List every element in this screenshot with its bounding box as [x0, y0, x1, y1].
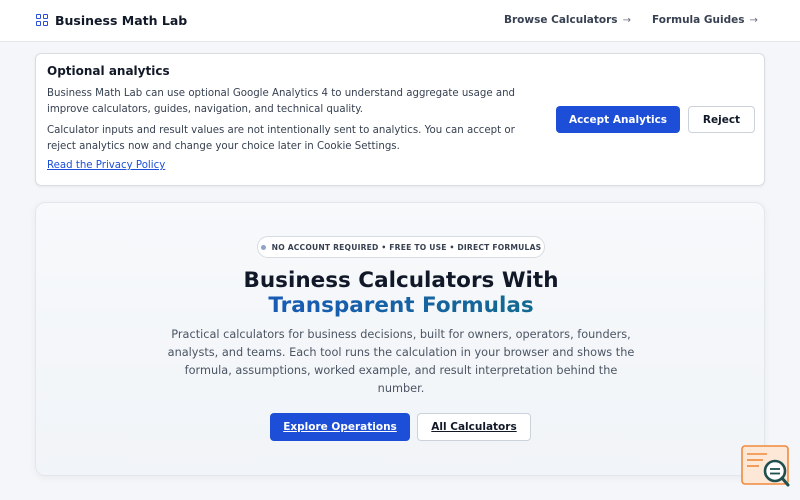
arrow-right-icon: → — [749, 14, 758, 26]
brand-name: Business Math Lab — [55, 13, 188, 28]
brand-link[interactable]: Business Math Lab — [36, 13, 187, 28]
nav-browse-calculators[interactable]: Browse Calculators → — [504, 14, 631, 26]
grid-icon — [36, 14, 49, 27]
nav-label: Browse Calculators — [504, 14, 618, 26]
badge-text: NO ACCOUNT REQUIRED • FREE TO USE • DIRE… — [271, 242, 542, 252]
hero-description: Practical calculators for business decis… — [167, 328, 635, 395]
consent-description: Business Math Lab can use optional Googl… — [47, 88, 515, 115]
consent-privacy-note: Calculator inputs and result values are … — [47, 125, 515, 152]
analytics-consent-panel: Optional analytics Business Math Lab can… — [35, 53, 765, 186]
site-header: Business Math Lab Browse Calculators → F… — [0, 0, 800, 42]
privacy-policy-link[interactable]: Read the Privacy Policy — [47, 160, 165, 171]
hero-section: NO ACCOUNT REQUIRED • FREE TO USE • DIRE… — [35, 202, 765, 476]
arrow-right-icon: → — [622, 14, 631, 26]
hero-title: Business Calculators With Transparent Fo… — [36, 268, 766, 318]
consent-title: Optional analytics — [47, 64, 170, 78]
search-chat-icon[interactable] — [741, 445, 791, 489]
hero-title-accent: Transparent Formulas — [36, 293, 766, 318]
nav-formula-guides[interactable]: Formula Guides → — [652, 14, 758, 26]
nav-label: Formula Guides — [652, 14, 745, 26]
reject-analytics-button[interactable]: Reject — [688, 106, 755, 133]
hero-title-line1: Business Calculators With — [243, 268, 559, 293]
feature-badge: NO ACCOUNT REQUIRED • FREE TO USE • DIRE… — [257, 236, 545, 258]
all-calculators-button[interactable]: All Calculators — [417, 413, 531, 441]
accept-analytics-button[interactable]: Accept Analytics — [556, 106, 680, 133]
dot-icon — [260, 244, 266, 250]
explore-operations-button[interactable]: Explore Operations — [270, 413, 410, 441]
